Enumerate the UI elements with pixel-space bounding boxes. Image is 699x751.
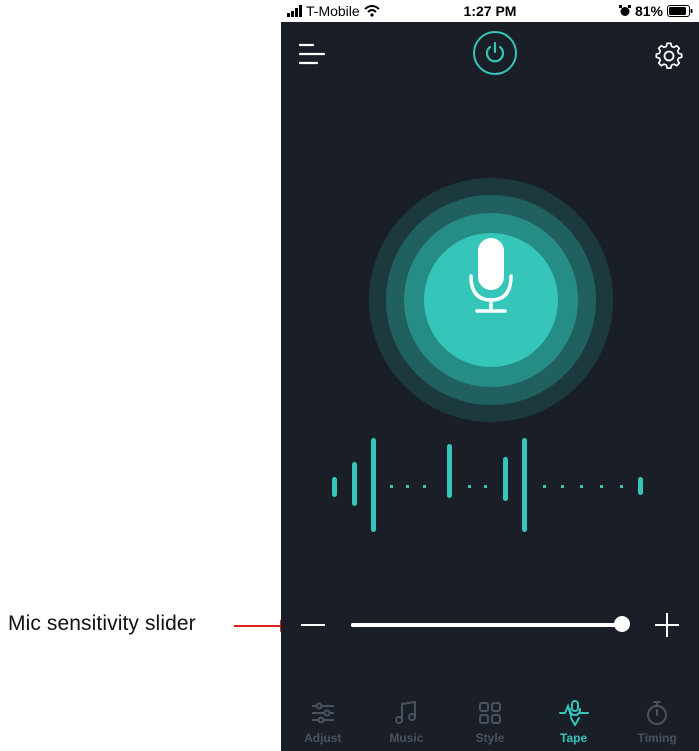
tape-mic-icon xyxy=(558,700,589,726)
music-note-icon xyxy=(395,700,417,724)
power-button[interactable] xyxy=(473,31,517,75)
tab-label: Tape xyxy=(560,731,588,745)
tab-label: Music xyxy=(389,731,424,745)
minus-icon[interactable] xyxy=(301,615,325,635)
grid-icon xyxy=(478,702,501,724)
tab-label: Style xyxy=(475,731,505,745)
slider-fill xyxy=(351,623,623,627)
mic-sensitivity-slider-row xyxy=(281,600,699,650)
phone-screen: T-Mobile 1:27 PM 81% Adjust Music Style … xyxy=(281,0,699,751)
bottom-tab-bar: Adjust Music Style Tape Timing xyxy=(281,700,699,751)
plus-icon[interactable] xyxy=(655,613,679,637)
slider-thumb[interactable] xyxy=(614,616,631,632)
gear-icon[interactable] xyxy=(655,42,683,70)
alarm-icon xyxy=(618,5,631,16)
tab-label: Adjust xyxy=(304,731,342,745)
audio-waveform xyxy=(332,438,643,532)
callout-label: Mic sensitivity slider xyxy=(8,612,196,635)
power-icon xyxy=(485,41,505,63)
mic-sensitivity-slider[interactable] xyxy=(351,616,631,632)
battery-percent: 81% xyxy=(634,3,663,19)
microphone-button[interactable] xyxy=(369,178,613,422)
tab-style[interactable]: Style xyxy=(448,700,532,751)
tab-label: Timing xyxy=(637,731,677,745)
tab-adjust[interactable]: Adjust xyxy=(281,700,365,751)
sliders-icon xyxy=(311,702,334,724)
tab-timing[interactable]: Timing xyxy=(615,700,699,751)
menu-lines-icon[interactable] xyxy=(299,42,325,66)
tab-music[interactable]: Music xyxy=(365,700,449,751)
timer-icon xyxy=(647,701,668,725)
tab-tape[interactable]: Tape xyxy=(532,700,616,751)
battery-icon xyxy=(667,5,693,17)
status-bar: T-Mobile 1:27 PM 81% xyxy=(281,0,699,22)
